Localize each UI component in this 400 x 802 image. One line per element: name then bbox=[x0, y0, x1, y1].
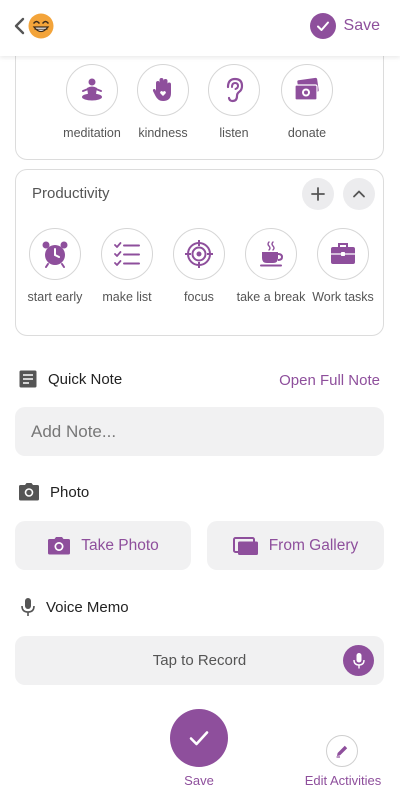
save-label: Save bbox=[343, 17, 380, 34]
activity-take-a-break[interactable]: take a break bbox=[231, 228, 311, 304]
activity-label: kindness bbox=[138, 126, 188, 140]
hand-heart-icon bbox=[137, 64, 189, 116]
photo-header: Photo bbox=[18, 482, 89, 502]
activity-label: Work tasks bbox=[312, 290, 374, 304]
note-input[interactable]: Add Note... bbox=[15, 407, 384, 456]
activity-label: donate bbox=[287, 126, 327, 140]
activity-label: focus bbox=[184, 290, 214, 304]
alarm-clock-icon bbox=[29, 228, 81, 280]
microphone-icon bbox=[352, 652, 365, 668]
meditation-icon bbox=[66, 64, 118, 116]
edit-activities-label[interactable]: Edit Activities bbox=[298, 773, 388, 788]
wellness-activities-card: meditation kindness listen donate bbox=[15, 40, 384, 160]
quick-note-header: Quick Note bbox=[18, 369, 122, 389]
microphone-icon bbox=[21, 598, 35, 616]
pencil-icon bbox=[336, 745, 348, 758]
note-icon bbox=[19, 370, 37, 388]
target-icon bbox=[173, 228, 225, 280]
activity-label: start early bbox=[27, 290, 83, 304]
briefcase-icon bbox=[317, 228, 369, 280]
camera-icon bbox=[19, 483, 39, 501]
open-full-note-link[interactable]: Open Full Note bbox=[279, 372, 380, 389]
quick-note-title: Quick Note bbox=[48, 370, 123, 388]
voice-memo-header: Voice Memo bbox=[20, 597, 129, 617]
coffee-cup-icon bbox=[245, 228, 297, 280]
check-icon bbox=[189, 731, 209, 746]
gallery-icon bbox=[232, 536, 258, 555]
activity-donate[interactable]: donate bbox=[267, 64, 347, 140]
activity-start-early[interactable]: start early bbox=[15, 228, 95, 304]
from-gallery-button[interactable]: From Gallery bbox=[207, 521, 384, 570]
record-button[interactable] bbox=[343, 645, 374, 676]
productivity-card: Productivity start early make list focus… bbox=[15, 169, 384, 336]
grinning-emoji-icon[interactable] bbox=[28, 13, 54, 39]
activity-label: listen bbox=[219, 126, 249, 140]
save-fab-label: Save bbox=[184, 773, 214, 788]
activity-make-list[interactable]: make list bbox=[87, 228, 167, 304]
activity-listen[interactable]: listen bbox=[194, 64, 274, 140]
edit-activities-button[interactable] bbox=[326, 735, 358, 767]
ear-icon bbox=[208, 64, 260, 116]
productivity-title: Productivity bbox=[32, 185, 110, 202]
activity-meditation[interactable]: meditation bbox=[52, 64, 132, 140]
activity-label: make list bbox=[102, 290, 152, 304]
voice-memo-title: Voice Memo bbox=[46, 598, 129, 616]
checklist-icon bbox=[101, 228, 153, 280]
activity-label: meditation bbox=[63, 126, 121, 140]
activity-label: take a break bbox=[236, 290, 306, 304]
top-bar: Save bbox=[0, 0, 400, 56]
from-gallery-label: From Gallery bbox=[268, 536, 359, 554]
money-icon bbox=[281, 64, 333, 116]
tap-to-record-label: Tap to Record bbox=[152, 652, 247, 669]
save-button-top[interactable]: Save bbox=[309, 13, 380, 39]
activity-kindness[interactable]: kindness bbox=[123, 64, 203, 140]
activity-work-tasks[interactable]: Work tasks bbox=[303, 228, 383, 304]
chevron-left-icon[interactable] bbox=[10, 14, 30, 38]
chevron-up-icon bbox=[353, 190, 365, 198]
record-area[interactable]: Tap to Record bbox=[15, 636, 384, 685]
take-photo-button[interactable]: Take Photo bbox=[15, 521, 191, 570]
camera-icon bbox=[48, 536, 71, 554]
collapse-button[interactable] bbox=[343, 178, 375, 210]
check-icon bbox=[309, 13, 336, 39]
plus-icon bbox=[311, 187, 325, 201]
save-fab-button[interactable] bbox=[170, 709, 228, 767]
activity-focus[interactable]: focus bbox=[159, 228, 239, 304]
add-activity-button[interactable] bbox=[302, 178, 334, 210]
photo-title: Photo bbox=[50, 483, 90, 501]
take-photo-label: Take Photo bbox=[81, 536, 159, 554]
